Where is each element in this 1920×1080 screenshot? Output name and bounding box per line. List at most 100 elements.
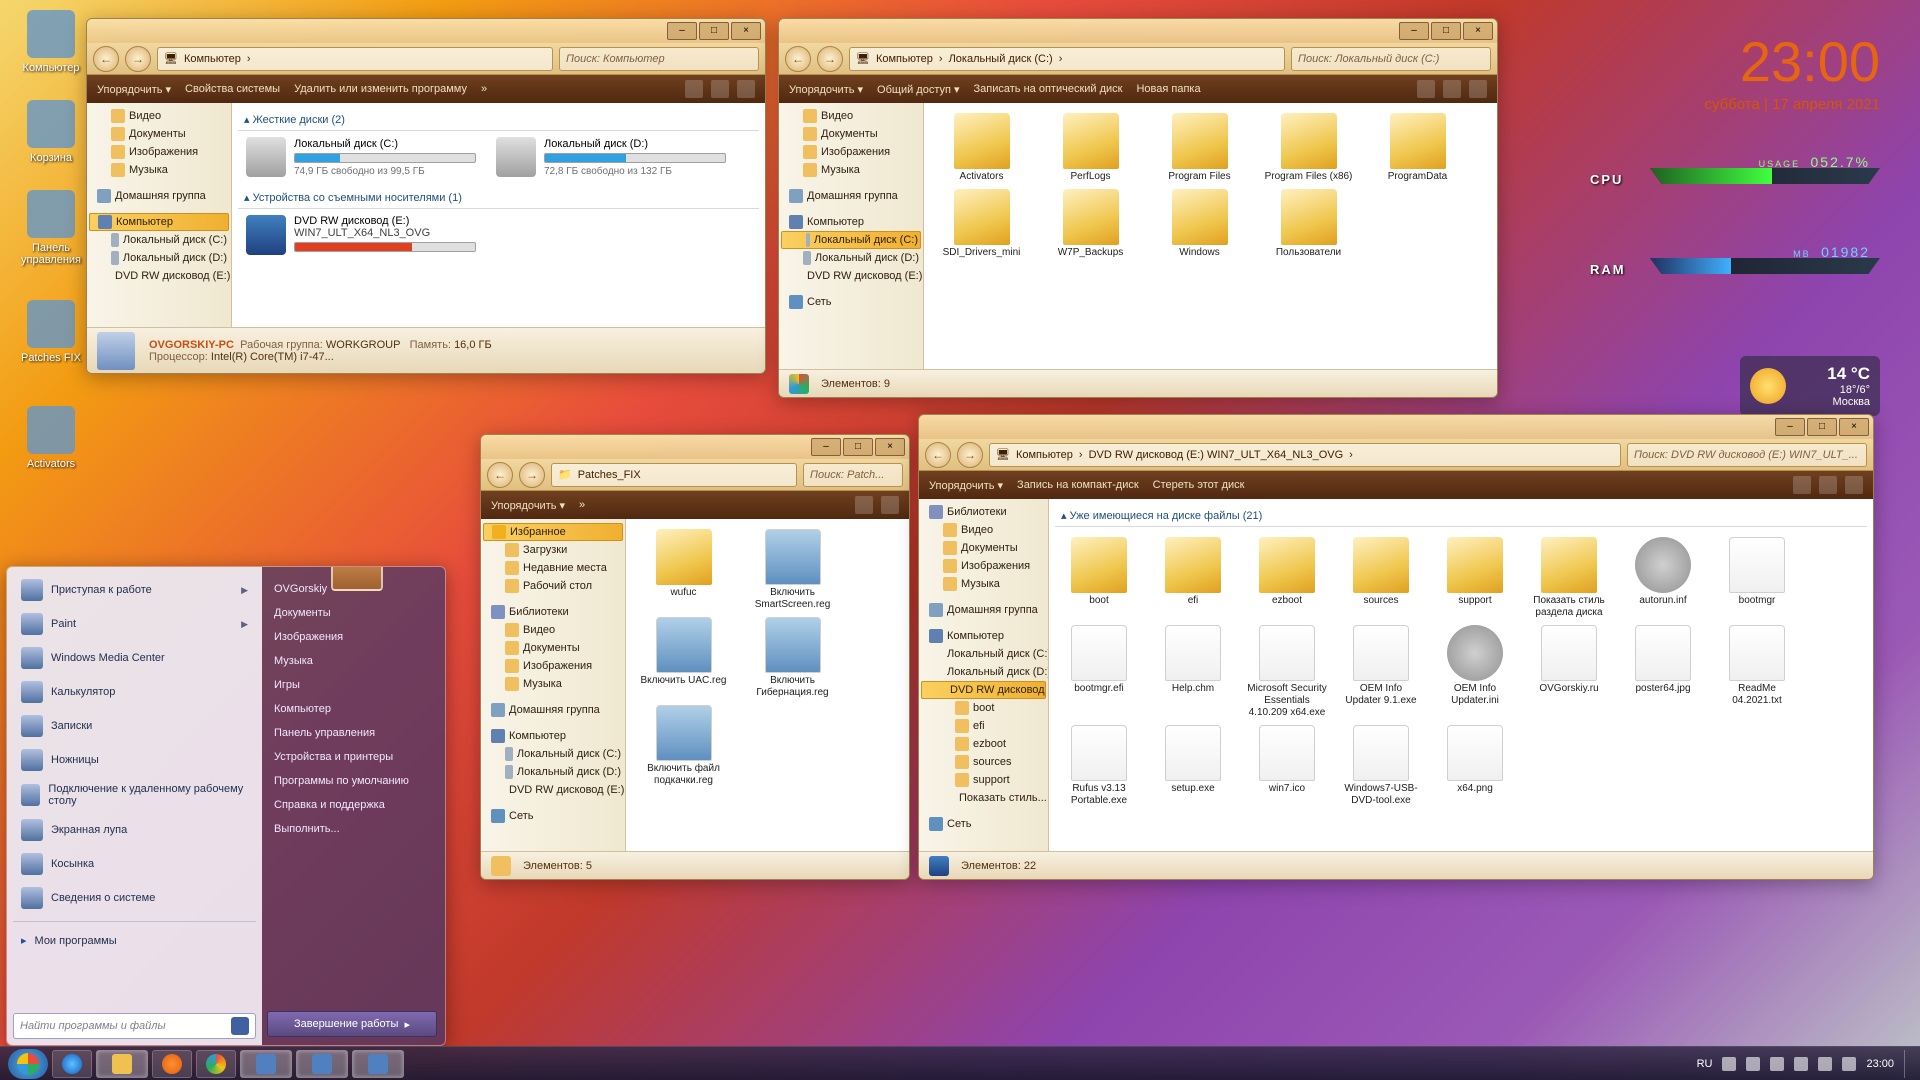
tree-node[interactable]: Компьютер [481, 727, 625, 745]
file-item[interactable]: Help.chm [1153, 625, 1233, 719]
preview-pane-button[interactable] [711, 80, 729, 98]
tree-node[interactable]: DVD RW дисковод (E:) [779, 267, 923, 285]
tray-icon[interactable] [1842, 1057, 1856, 1071]
desktop-icon[interactable]: Компьютер [16, 10, 86, 74]
forward-button[interactable]: → [957, 442, 983, 468]
drive-item[interactable]: Локальный диск (D:)72,8 ГБ свободно из 1… [496, 137, 726, 177]
tree-node[interactable]: ezboot [919, 735, 1048, 753]
file-item[interactable]: Windows7-USB-DVD-tool.exe [1341, 725, 1421, 807]
forward-button[interactable]: → [519, 462, 545, 488]
start-menu-item[interactable]: Записки [13, 709, 256, 743]
file-item[interactable]: Microsoft Security Essentials 4.10.209 x… [1247, 625, 1327, 719]
desktop-icon[interactable]: Activators [16, 406, 86, 470]
tree-node[interactable]: support [919, 771, 1048, 789]
help-button[interactable] [1845, 476, 1863, 494]
nav-tree[interactable]: ВидеоДокументыИзображенияМузыкаДомашняя … [87, 103, 232, 327]
file-item[interactable]: win7.ico [1247, 725, 1327, 807]
file-item[interactable]: wufuc [636, 529, 731, 611]
start-button[interactable] [8, 1049, 48, 1079]
folder-item[interactable]: ProgramData [1370, 113, 1465, 183]
tree-node-selected[interactable]: Локальный диск (C:) [781, 231, 921, 249]
search-input[interactable]: Поиск: Компьютер [559, 47, 759, 71]
folder-item[interactable]: efi [1153, 537, 1233, 619]
tray-icon[interactable] [1722, 1057, 1736, 1071]
taskbar-clock[interactable]: 23:00 [1866, 1058, 1894, 1070]
folder-item[interactable]: W7P_Backups [1043, 189, 1138, 259]
start-menu-item[interactable]: Калькулятор [13, 675, 256, 709]
organize-button[interactable]: Упорядочить ▾ [97, 83, 171, 96]
file-item[interactable]: setup.exe [1153, 725, 1233, 807]
tree-node[interactable]: Документы [481, 639, 625, 657]
user-avatar[interactable] [331, 566, 383, 591]
tree-node[interactable]: Компьютер [779, 213, 923, 231]
tree-node[interactable]: Домашняя группа [87, 187, 231, 205]
forward-button[interactable]: → [817, 46, 843, 72]
folder-item[interactable]: boot [1059, 537, 1139, 619]
taskbar-mediaplayer-button[interactable] [152, 1050, 192, 1078]
search-input[interactable]: Поиск: Patch... [803, 463, 903, 487]
address-bar[interactable]: 📁Patches_FIX [551, 463, 797, 487]
gear-item[interactable]: autorun.inf [1623, 537, 1703, 619]
minimize-button[interactable]: – [1775, 418, 1805, 436]
maximize-button[interactable]: □ [1807, 418, 1837, 436]
tree-node-computer[interactable]: Компьютер [89, 213, 229, 231]
tree-node[interactable]: Локальный диск (C:) [87, 231, 231, 249]
tree-node[interactable]: Документы [87, 125, 231, 143]
folder-item[interactable]: Пользователи [1261, 189, 1356, 259]
folder-item[interactable]: Показать стиль раздела диска [1529, 537, 1609, 619]
gear-item[interactable]: OEM Info Updater.ini [1435, 625, 1515, 719]
preview-pane-button[interactable] [1819, 476, 1837, 494]
start-menu-right-item[interactable]: Документы [270, 601, 437, 625]
tree-node[interactable]: Видео [481, 621, 625, 639]
tree-node[interactable]: Музыка [87, 161, 231, 179]
taskbar-explorer-button[interactable] [96, 1050, 148, 1078]
tree-node[interactable]: Музыка [919, 575, 1048, 593]
folder-item[interactable]: Program Files [1152, 113, 1247, 183]
start-menu-right-item[interactable]: Музыка [270, 649, 437, 673]
tree-node[interactable]: Сеть [919, 815, 1048, 833]
tree-libraries[interactable]: Библиотеки [919, 503, 1048, 521]
tree-node[interactable]: sources [919, 753, 1048, 771]
tree-node[interactable]: Документы [779, 125, 923, 143]
view-button[interactable] [855, 496, 873, 514]
tree-node[interactable]: Изображения [481, 657, 625, 675]
search-input[interactable]: Поиск: Локальный диск (C:) [1291, 47, 1491, 71]
file-item[interactable]: Включить SmartScreen.reg [745, 529, 840, 611]
section-disc-files[interactable]: ▴ Уже имеющиеся на диске файлы (21) [1055, 505, 1867, 527]
file-item[interactable]: Rufus v3.13 Portable.exe [1059, 725, 1139, 807]
nav-tree[interactable]: ИзбранноеЗагрузкиНедавние местаРабочий с… [481, 519, 626, 851]
back-button[interactable]: ← [487, 462, 513, 488]
back-button[interactable]: ← [925, 442, 951, 468]
tree-node[interactable]: Локальный диск (D:) [87, 249, 231, 267]
weather-gadget[interactable]: 14 °C 18°/6° Москва [1740, 356, 1880, 416]
file-item[interactable]: x64.png [1435, 725, 1515, 807]
tree-node[interactable]: Компьютер [919, 627, 1048, 645]
explorer-computer[interactable]: – □ × ← → 🖥Компьютер› Поиск: Компьютер У… [86, 18, 766, 374]
taskbar-chrome-button[interactable] [196, 1050, 236, 1078]
start-search-input[interactable]: Найти программы и файлы [13, 1013, 256, 1039]
address-bar[interactable]: 🖥Компьютер› [157, 47, 553, 71]
minimize-button[interactable]: – [811, 438, 841, 456]
view-button[interactable] [1793, 476, 1811, 494]
volume-icon[interactable] [1794, 1057, 1808, 1071]
view-button[interactable] [685, 80, 703, 98]
preview-pane-button[interactable] [1443, 80, 1461, 98]
tree-node[interactable]: Сеть [779, 293, 923, 311]
tree-node[interactable]: Недавние места [481, 559, 625, 577]
tree-node[interactable]: Локальный диск (D:) [919, 663, 1048, 681]
tree-libraries[interactable]: Библиотеки [481, 603, 625, 621]
tree-node[interactable]: Изображения [87, 143, 231, 161]
content-pane[interactable]: ▴ Жесткие диски (2) Локальный диск (C:)7… [232, 103, 765, 327]
close-button[interactable]: × [875, 438, 905, 456]
back-button[interactable]: ← [93, 46, 119, 72]
tree-node[interactable]: DVD RW дисковод (E:) [481, 781, 625, 799]
start-menu-right-item[interactable]: Панель управления [270, 721, 437, 745]
tree-node[interactable]: boot [919, 699, 1048, 717]
tree-node[interactable]: Локальный диск (D:) [779, 249, 923, 267]
tree-node[interactable]: Музыка [779, 161, 923, 179]
start-menu-item[interactable]: Windows Media Center [13, 641, 256, 675]
folder-item[interactable]: Program Files (x86) [1261, 113, 1356, 183]
system-properties-button[interactable]: Свойства системы [185, 83, 280, 95]
search-input[interactable]: Поиск: DVD RW дисковод (E:) WIN7_ULT_... [1627, 443, 1867, 467]
view-button[interactable] [1417, 80, 1435, 98]
